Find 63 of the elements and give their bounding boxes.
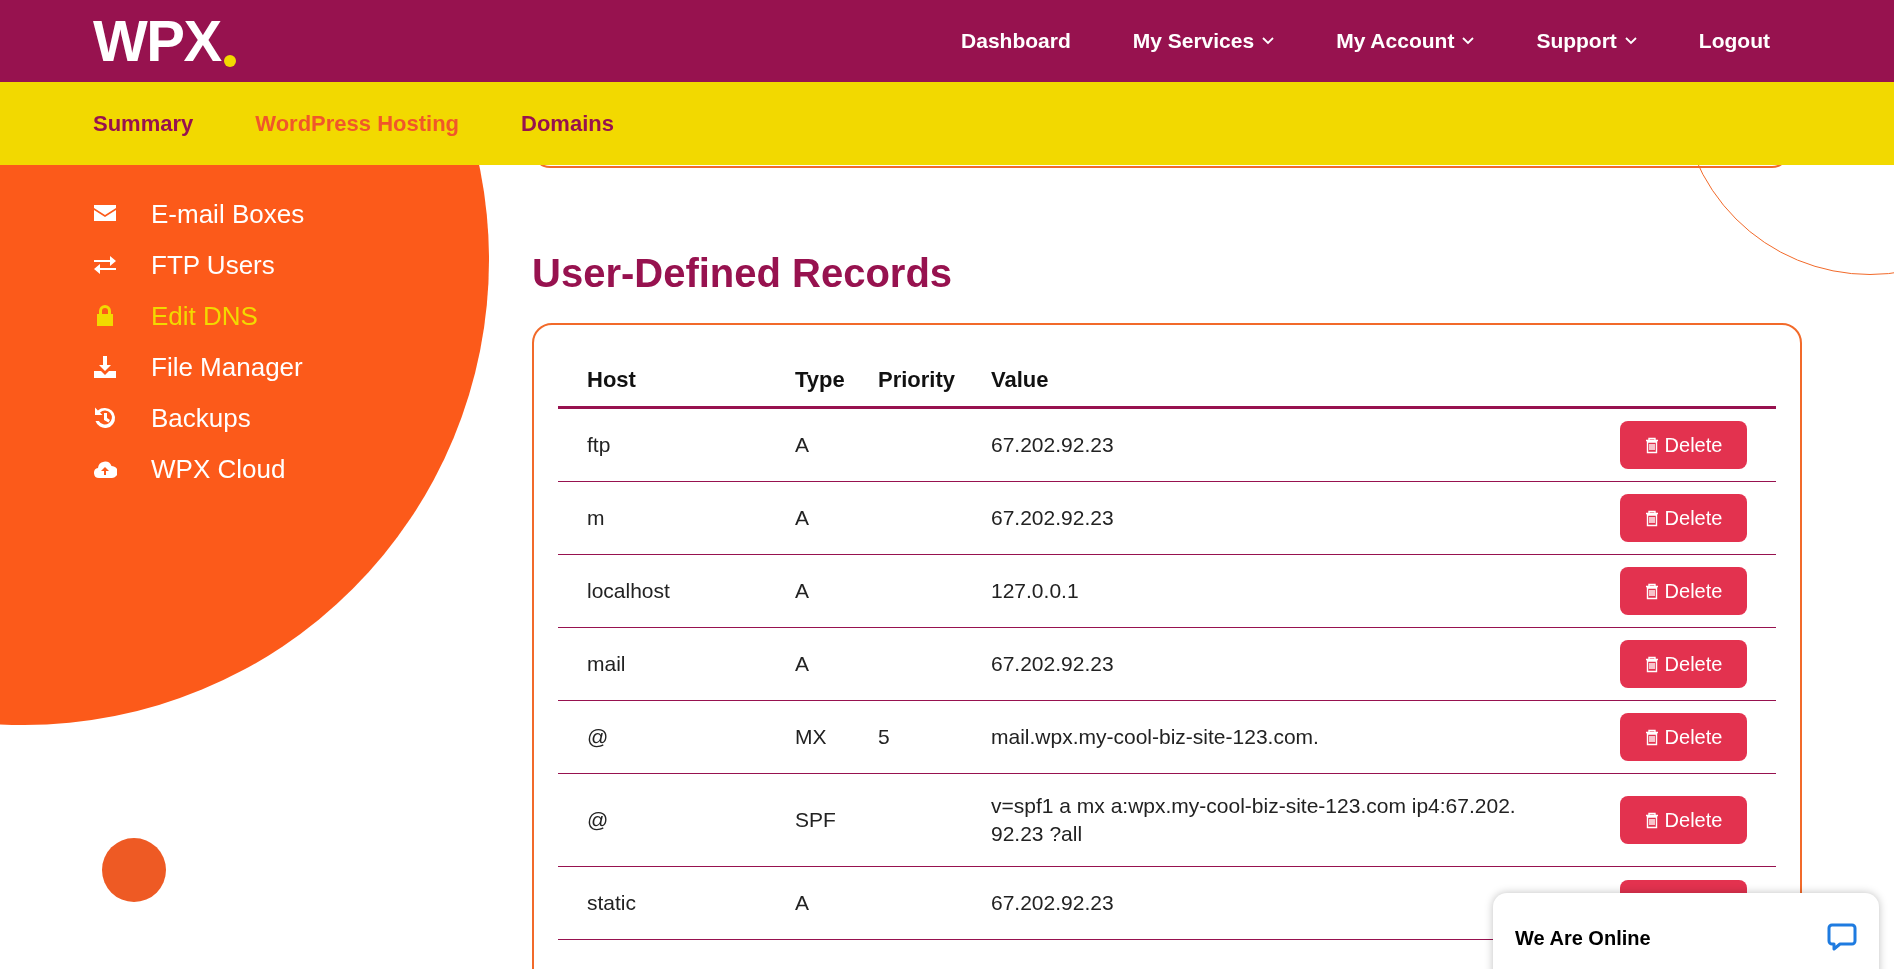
- nav-link[interactable]: Support: [1536, 25, 1637, 57]
- trash-icon: [1644, 728, 1659, 746]
- table-cell-text: mail: [587, 651, 626, 678]
- column-header: Type: [782, 353, 868, 409]
- trash-icon: [1644, 436, 1659, 454]
- column-header: Value: [979, 353, 1620, 409]
- chevron-down-icon: [1624, 37, 1637, 45]
- table-cell-text: A: [795, 578, 809, 605]
- delete-button[interactable]: Delete: [1620, 421, 1747, 469]
- sidebar-item[interactable]: Backups: [151, 404, 251, 431]
- trash-icon: [1644, 582, 1659, 600]
- sub-nav-tab[interactable]: Domains: [521, 107, 614, 140]
- trash-icon: [1644, 509, 1659, 527]
- nav-link[interactable]: My Services: [1132, 25, 1275, 57]
- sidebar-item[interactable]: File Manager: [151, 353, 303, 380]
- download-icon: [93, 354, 117, 379]
- section-title: User-Defined Records: [532, 253, 954, 293]
- table-cell-text: mail.wpx.my-cool-biz-site-123.com.: [991, 724, 1319, 750]
- delete-button[interactable]: [1620, 880, 1747, 894]
- table-cell-text: A: [795, 890, 809, 917]
- table-cell-text: A: [795, 505, 809, 532]
- table-cell-text: 67.202.92.23: [991, 505, 1114, 531]
- column-header: Host: [558, 353, 782, 409]
- sidebar-item[interactable]: FTP Users: [151, 251, 275, 278]
- chevron-down-icon: [1262, 37, 1275, 45]
- delete-button[interactable]: Delete: [1620, 640, 1747, 688]
- table-cell-text: ftp: [587, 432, 611, 459]
- logo[interactable]: WPX: [93, 12, 236, 70]
- sub-nav-tab[interactable]: WordPress Hosting: [255, 107, 460, 140]
- table-cell-text: MX: [795, 724, 827, 751]
- chevron-down-icon: [1462, 37, 1475, 45]
- sidebar-item[interactable]: E-mail Boxes: [151, 200, 305, 227]
- nav-link[interactable]: My Account: [1336, 25, 1475, 57]
- trash-icon: [1644, 655, 1659, 673]
- nav-link[interactable]: Dashboard: [961, 25, 1071, 57]
- chat-widget[interactable]: We Are Online: [1493, 893, 1879, 969]
- history-icon: [93, 405, 117, 430]
- trash-icon: [1644, 811, 1659, 829]
- chat-title: We Are Online: [1515, 926, 1651, 951]
- table-cell-text: 67.202.92.23: [991, 432, 1114, 458]
- sidebar-item[interactable]: WPX Cloud: [151, 455, 286, 482]
- delete-button[interactable]: Delete: [1620, 713, 1747, 761]
- nav-link[interactable]: Logout: [1698, 25, 1770, 57]
- table-cell-text: 67.202.92.23: [991, 890, 1114, 916]
- sub-nav-tab[interactable]: Summary: [93, 107, 194, 140]
- delete-button[interactable]: Delete: [1620, 494, 1747, 542]
- table-cell-text: SPF: [795, 807, 836, 834]
- table-cell-text: localhost: [587, 578, 670, 605]
- delete-button[interactable]: Delete: [1620, 796, 1747, 844]
- table-cell-text: @: [587, 724, 609, 751]
- sidebar-item[interactable]: Edit DNS: [151, 302, 258, 329]
- table-cell-text: v=spf1 a mx a:wpx.my-cool-biz-site-123.com ip4:67.202.92.23 ?all: [991, 793, 1517, 847]
- table-cell-text: A: [795, 651, 809, 678]
- table-cell-text: m: [587, 505, 605, 532]
- chat-icon: [1827, 923, 1857, 951]
- table-cell-text: 5: [878, 724, 890, 751]
- table-cell-text: A: [795, 432, 809, 459]
- table-cell-text: @: [587, 807, 609, 834]
- table-cell-text: static: [587, 890, 636, 917]
- table-cell-text: 67.202.92.23: [991, 651, 1114, 677]
- table-cell-text: 127.0.0.1: [991, 578, 1079, 604]
- delete-button[interactable]: Delete: [1620, 567, 1747, 615]
- column-header: Priority: [868, 353, 979, 409]
